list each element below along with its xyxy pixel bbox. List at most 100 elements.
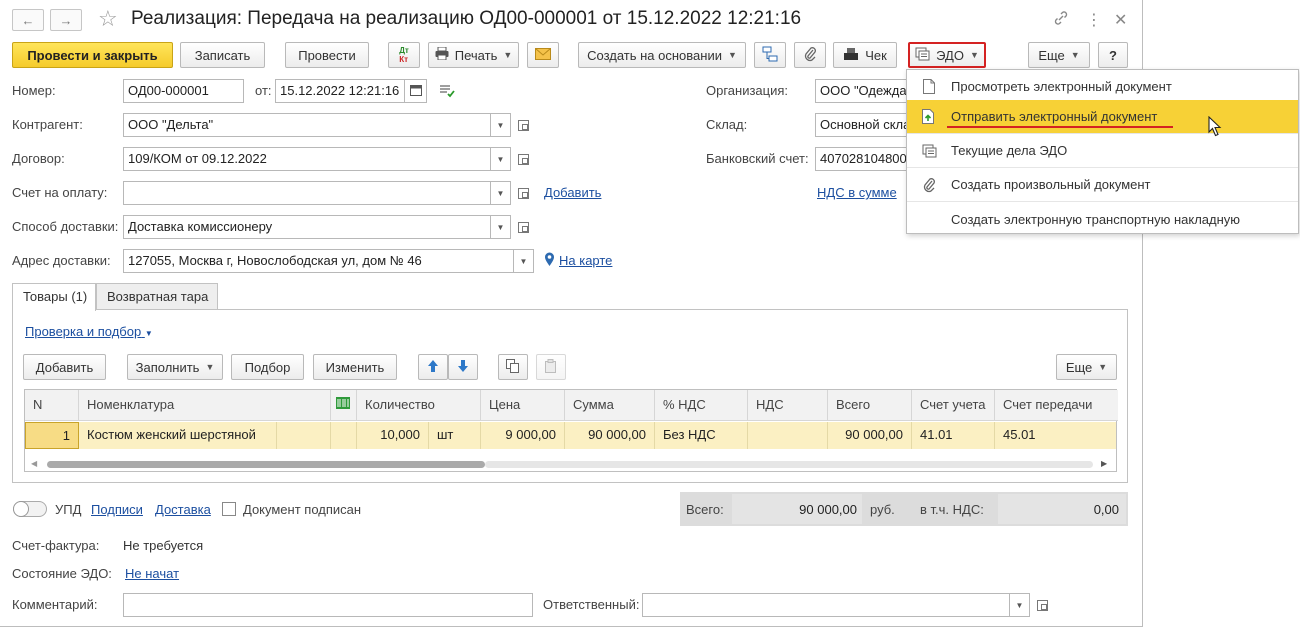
number-field[interactable]: ОД00-000001 [123, 79, 244, 103]
edit-button[interactable]: Изменить [313, 354, 397, 380]
edo-button[interactable]: ЭДО ▼ [908, 42, 986, 68]
responsible-open-button[interactable] [1032, 593, 1052, 617]
receipt-button[interactable]: Чек [833, 42, 897, 68]
delivery-address-field[interactable]: 127055, Москва г, Новослободская ул, дом… [123, 249, 514, 273]
cell-transfer-account[interactable]: 45.01 [995, 422, 1116, 449]
signatures-link[interactable]: Подписи [91, 502, 143, 517]
menu-item-view-edoc[interactable]: Просмотреть электронный документ [907, 70, 1298, 104]
print-button[interactable]: Печать ▼ [428, 42, 519, 68]
column-header-marking[interactable] [331, 390, 357, 421]
copy-row-button[interactable] [498, 354, 528, 380]
cell-vat-rate[interactable]: Без НДС [655, 422, 748, 449]
cell-total[interactable]: 90 000,00 [828, 422, 912, 449]
invoice-field[interactable] [123, 181, 491, 205]
scrollbar-thumb[interactable] [47, 461, 485, 468]
column-header-vat[interactable]: НДС [748, 390, 828, 421]
responsible-dropdown[interactable]: ▼ [1010, 593, 1030, 617]
column-header-vat-rate[interactable]: % НДС [655, 390, 748, 421]
column-header-price[interactable]: Цена [481, 390, 565, 421]
cell-n[interactable]: 1 [25, 422, 79, 449]
date-field[interactable]: 15.12.2022 12:21:16 [275, 79, 405, 103]
more-vertical-icon[interactable]: ⋮ [1086, 10, 1102, 30]
invoice-dropdown[interactable]: ▼ [491, 181, 511, 205]
menu-item-edo-tasks[interactable]: Текущие дела ЭДО [907, 134, 1298, 168]
contract-field[interactable]: 109/КОМ от 09.12.2022 [123, 147, 491, 171]
column-header-qty[interactable]: Количество [357, 390, 481, 421]
delivery-address-dropdown[interactable]: ▼ [514, 249, 534, 273]
cell-account[interactable]: 41.01 [912, 422, 995, 449]
calendar-button[interactable] [405, 79, 427, 103]
counterparty-open-button[interactable] [513, 113, 533, 137]
menu-item-create-arbitrary[interactable]: Создать произвольный документ [907, 168, 1298, 202]
tab-goods[interactable]: Товары (1) [12, 283, 96, 311]
pick-button[interactable]: Подбор [231, 354, 304, 380]
document-signed-checkbox[interactable] [222, 502, 236, 516]
document-signed-label: Документ подписан [243, 502, 362, 517]
favorite-star-icon[interactable]: ☆ [98, 6, 118, 32]
contract-open-button[interactable] [513, 147, 533, 171]
help-button[interactable]: ? [1098, 42, 1128, 68]
scrollbar-track[interactable] [485, 461, 1093, 468]
invoice-factura-label: Счет-фактура: [12, 538, 100, 553]
cell-vat[interactable] [748, 422, 828, 449]
tab-returnable-packaging[interactable]: Возвратная тара [96, 283, 218, 310]
delivery-method-field[interactable]: Доставка комиссионеру [123, 215, 491, 239]
back-button[interactable]: ← [12, 9, 44, 31]
menu-item-send-edoc[interactable]: Отправить электронный документ [907, 100, 1298, 134]
upd-toggle[interactable] [13, 501, 47, 517]
delivery-link[interactable]: Доставка [155, 502, 211, 517]
save-button[interactable]: Записать [180, 42, 265, 68]
cell-item[interactable]: Костюм женский шерстяной [79, 422, 277, 449]
goods-table[interactable]: N Номенклатура Количество Цена Сумма % Н… [24, 389, 1118, 472]
chevron-down-icon: ▼ [727, 50, 737, 60]
column-header-transfer-account[interactable]: Счет передачи [995, 390, 1118, 421]
add-invoice-link[interactable]: Добавить [544, 185, 601, 200]
responsible-field[interactable] [642, 593, 1010, 617]
structure-button[interactable] [754, 42, 786, 68]
email-button[interactable] [527, 42, 559, 68]
cell-marking[interactable] [331, 422, 357, 449]
post-button[interactable]: Провести [285, 42, 369, 68]
column-header-total[interactable]: Всего [828, 390, 912, 421]
cell-unit[interactable]: шт [429, 422, 481, 449]
paste-row-button[interactable] [536, 354, 566, 380]
invoice-open-button[interactable] [513, 181, 533, 205]
dtkt-button[interactable]: Дт Кт [388, 42, 420, 68]
counterparty-field[interactable]: ООО "Дельта" [123, 113, 491, 137]
link-icon[interactable] [1053, 10, 1069, 30]
goods-more-button[interactable]: Еще ▼ [1056, 354, 1117, 380]
cell-sum[interactable]: 90 000,00 [565, 422, 655, 449]
close-icon[interactable]: ✕ [1114, 10, 1127, 30]
invoice-label: Счет на оплату: [12, 185, 108, 200]
add-row-button[interactable]: Добавить [23, 354, 106, 380]
more-button[interactable]: Еще ▼ [1028, 42, 1090, 68]
comment-field[interactable] [123, 593, 533, 617]
edo-state-link[interactable]: Не начат [125, 566, 179, 581]
delivery-method-open-button[interactable] [513, 215, 533, 239]
move-up-button[interactable] [418, 354, 448, 380]
horizontal-scrollbar[interactable]: ◀ ▶ [25, 457, 1116, 471]
menu-item-create-etn[interactable]: Создать электронную транспортную накладн… [907, 202, 1298, 236]
scroll-left-icon[interactable]: ◀ [31, 459, 37, 468]
move-down-button[interactable] [448, 354, 478, 380]
delivery-method-dropdown[interactable]: ▼ [491, 215, 511, 239]
contract-dropdown[interactable]: ▼ [491, 147, 511, 171]
cell-qty[interactable]: 10,000 [357, 422, 429, 449]
registry-icon[interactable] [439, 84, 455, 101]
map-link[interactable]: На карте [559, 253, 612, 268]
cell-item-characteristic[interactable] [277, 422, 331, 449]
vat-mode-link[interactable]: НДС в сумме [817, 185, 897, 200]
column-header-n[interactable]: N [25, 390, 79, 421]
forward-button[interactable]: → [50, 9, 82, 31]
fill-button[interactable]: Заполнить ▼ [127, 354, 223, 380]
attach-button[interactable] [794, 42, 826, 68]
column-header-account[interactable]: Счет учета [912, 390, 995, 421]
cell-price[interactable]: 9 000,00 [481, 422, 565, 449]
column-header-item[interactable]: Номенклатура [79, 390, 331, 421]
post-and-close-button[interactable]: Провести и закрыть [12, 42, 173, 68]
create-based-on-button[interactable]: Создать на основании ▼ [578, 42, 746, 68]
check-and-pick-link[interactable]: Проверка и подбор ▼ [25, 324, 153, 339]
column-header-sum[interactable]: Сумма [565, 390, 655, 421]
counterparty-dropdown[interactable]: ▼ [491, 113, 511, 137]
scroll-right-icon[interactable]: ▶ [1101, 459, 1107, 468]
